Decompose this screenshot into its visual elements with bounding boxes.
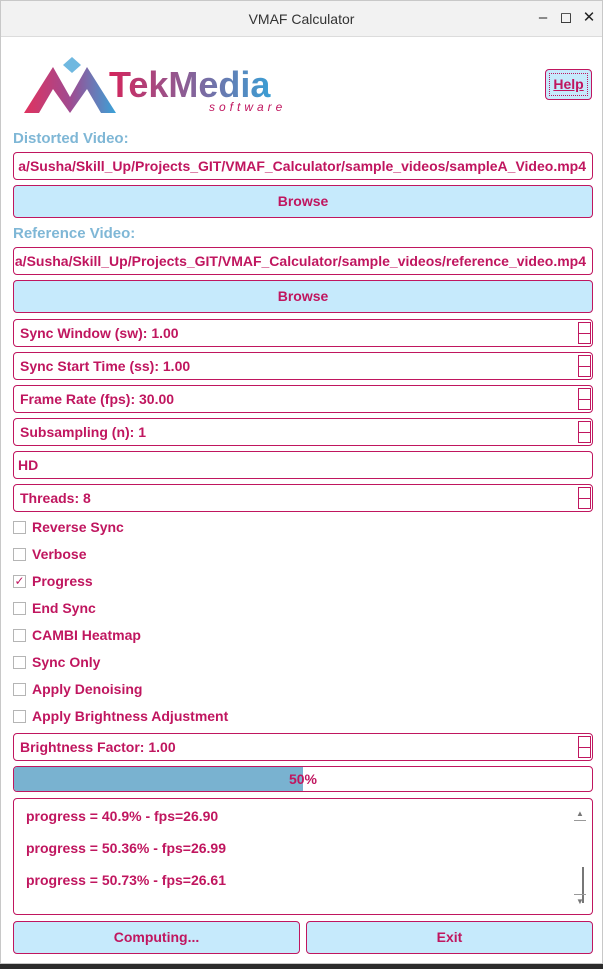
brightness-factor-stepper-icon[interactable] — [578, 736, 591, 758]
maximize-icon[interactable]: ◻ — [557, 9, 575, 27]
apply-denoising-checkbox[interactable]: Apply Denoising — [13, 680, 142, 698]
cambi-heatmap-checkbox[interactable]: CAMBI Heatmap — [13, 626, 141, 644]
threads-stepper-icon[interactable] — [578, 487, 591, 509]
sync-start-stepper-icon[interactable] — [578, 355, 591, 377]
brightness-factor-text: Brightness Factor: 1.00 — [20, 739, 176, 755]
distorted-video-label: Distorted Video: — [13, 130, 129, 147]
reference-browse-button[interactable]: Browse — [13, 280, 593, 313]
sync-window-spinbox[interactable]: Sync Window (sw): 1.00 — [13, 319, 593, 347]
frame-rate-stepper-icon[interactable] — [578, 388, 591, 410]
distorted-path-text: a/Susha/Skill_Up/Projects_GIT/VMAF_Calcu… — [18, 158, 586, 174]
log-scrollbar[interactable]: ▲ ▼ — [574, 803, 586, 908]
log-output[interactable]: progress = 40.9% - fps=26.90 progress = … — [13, 798, 593, 915]
progress-checkbox[interactable]: ✓ Progress — [13, 572, 93, 590]
end-sync-checkbox[interactable]: End Sync — [13, 599, 96, 617]
subsampling-stepper-icon[interactable] — [578, 421, 591, 443]
sync-only-checkbox[interactable]: Sync Only — [13, 653, 100, 671]
help-label: Help — [549, 73, 588, 96]
brightness-factor-spinbox[interactable]: Brightness Factor: 1.00 — [13, 733, 593, 761]
cambi-heatmap-box[interactable] — [13, 629, 26, 642]
progress-percent: 50% — [288, 771, 318, 787]
distorted-browse-button[interactable]: Browse — [13, 185, 593, 218]
progress-label: Progress — [32, 573, 93, 589]
distorted-path-field[interactable]: a/Susha/Skill_Up/Projects_GIT/VMAF_Calcu… — [13, 152, 593, 180]
exit-button[interactable]: Exit — [306, 921, 593, 954]
compute-button[interactable]: Computing... — [13, 921, 300, 954]
frame-rate-spinbox[interactable]: Frame Rate (fps): 30.00 — [13, 385, 593, 413]
model-field[interactable]: HD — [13, 451, 593, 479]
checkmark-icon: ✓ — [14, 574, 25, 588]
model-text: HD — [18, 457, 39, 473]
reference-path-text: a/Susha/Skill_Up/Projects_GIT/VMAF_Calcu… — [14, 253, 586, 269]
cambi-heatmap-label: CAMBI Heatmap — [32, 627, 141, 643]
logo-tagline: software — [209, 100, 286, 114]
frame-rate-text: Frame Rate (fps): 30.00 — [20, 391, 175, 407]
verbose-checkbox[interactable]: Verbose — [13, 545, 86, 563]
help-button[interactable]: Help — [545, 69, 592, 100]
verbose-label: Verbose — [32, 546, 87, 562]
logo-brand: TekMedia — [109, 64, 271, 105]
reference-video-label: Reference Video: — [13, 225, 136, 242]
log-line: progress = 40.9% - fps=26.90 — [26, 808, 219, 824]
app-window: VMAF Calculator – ◻ ✕ TekMedia software … — [0, 0, 603, 964]
reverse-sync-checkbox[interactable]: Reverse Sync — [13, 518, 124, 536]
sync-window-stepper-icon[interactable] — [578, 322, 591, 344]
sync-only-box[interactable] — [13, 656, 26, 669]
sync-only-label: Sync Only — [32, 654, 101, 670]
threads-spinbox[interactable]: Threads: 8 — [13, 484, 593, 512]
reverse-sync-box[interactable] — [13, 521, 26, 534]
apply-denoising-label: Apply Denoising — [32, 681, 143, 697]
reference-path-field[interactable]: a/Susha/Skill_Up/Projects_GIT/VMAF_Calcu… — [13, 247, 593, 275]
threads-text: Threads: 8 — [20, 490, 91, 506]
sync-window-text: Sync Window (sw): 1.00 — [20, 325, 179, 341]
close-icon[interactable]: ✕ — [580, 9, 598, 27]
subsampling-text: Subsampling (n): 1 — [20, 424, 146, 440]
apply-brightness-label: Apply Brightness Adjustment — [32, 708, 229, 724]
apply-brightness-box[interactable] — [13, 710, 26, 723]
progress-box[interactable]: ✓ — [13, 575, 26, 588]
end-sync-box[interactable] — [13, 602, 26, 615]
apply-brightness-checkbox[interactable]: Apply Brightness Adjustment — [13, 707, 228, 725]
reverse-sync-label: Reverse Sync — [32, 519, 124, 535]
sync-start-text: Sync Start Time (ss): 1.00 — [20, 358, 191, 374]
window-title: VMAF Calculator — [248, 11, 355, 27]
log-line: progress = 50.36% - fps=26.99 — [26, 840, 226, 856]
verbose-box[interactable] — [13, 548, 26, 561]
subsampling-spinbox[interactable]: Subsampling (n): 1 — [13, 418, 593, 446]
apply-denoising-box[interactable] — [13, 683, 26, 696]
end-sync-label: End Sync — [32, 600, 96, 616]
scroll-up-icon[interactable]: ▲ — [574, 807, 586, 821]
minimize-icon[interactable]: – — [534, 9, 552, 27]
log-line: progress = 50.73% - fps=26.61 — [26, 872, 226, 888]
title-bar: VMAF Calculator – ◻ ✕ — [1, 1, 602, 37]
sync-start-spinbox[interactable]: Sync Start Time (ss): 1.00 — [13, 352, 593, 380]
scroll-down-icon[interactable]: ▼ — [574, 894, 586, 908]
tekmedia-logo: TekMedia software — [24, 57, 286, 114]
progress-bar: 50% — [13, 766, 593, 792]
